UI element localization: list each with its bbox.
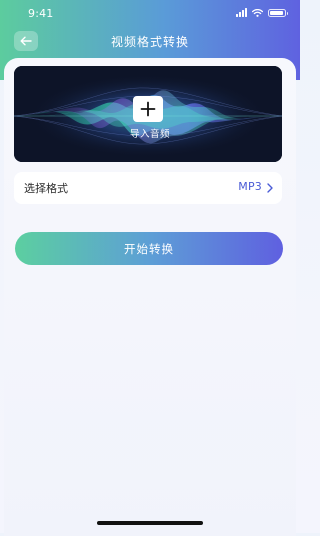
wifi-icon [252, 8, 263, 17]
import-plus-button[interactable] [133, 96, 163, 122]
select-format-row[interactable]: 选择格式 MP3 [14, 172, 282, 204]
start-convert-label: 开始转换 [124, 241, 174, 256]
select-format-label: 选择格式 [24, 182, 68, 195]
chevron-right-icon [267, 183, 273, 193]
nav-bar: 视频格式转换 [0, 28, 300, 56]
start-convert-button[interactable]: 开始转换 [15, 232, 283, 265]
status-time: 9:41 [28, 7, 54, 20]
status-bar: 9:41 [0, 0, 300, 28]
home-indicator [97, 521, 203, 525]
import-audio-label: 导入音频 [129, 129, 170, 140]
selected-format-value: MP3 [238, 180, 262, 193]
plus-icon [140, 101, 156, 117]
status-icons [236, 8, 288, 17]
signal-icon [236, 8, 247, 17]
page-title: 视频格式转换 [110, 35, 189, 49]
battery-icon [268, 8, 288, 17]
